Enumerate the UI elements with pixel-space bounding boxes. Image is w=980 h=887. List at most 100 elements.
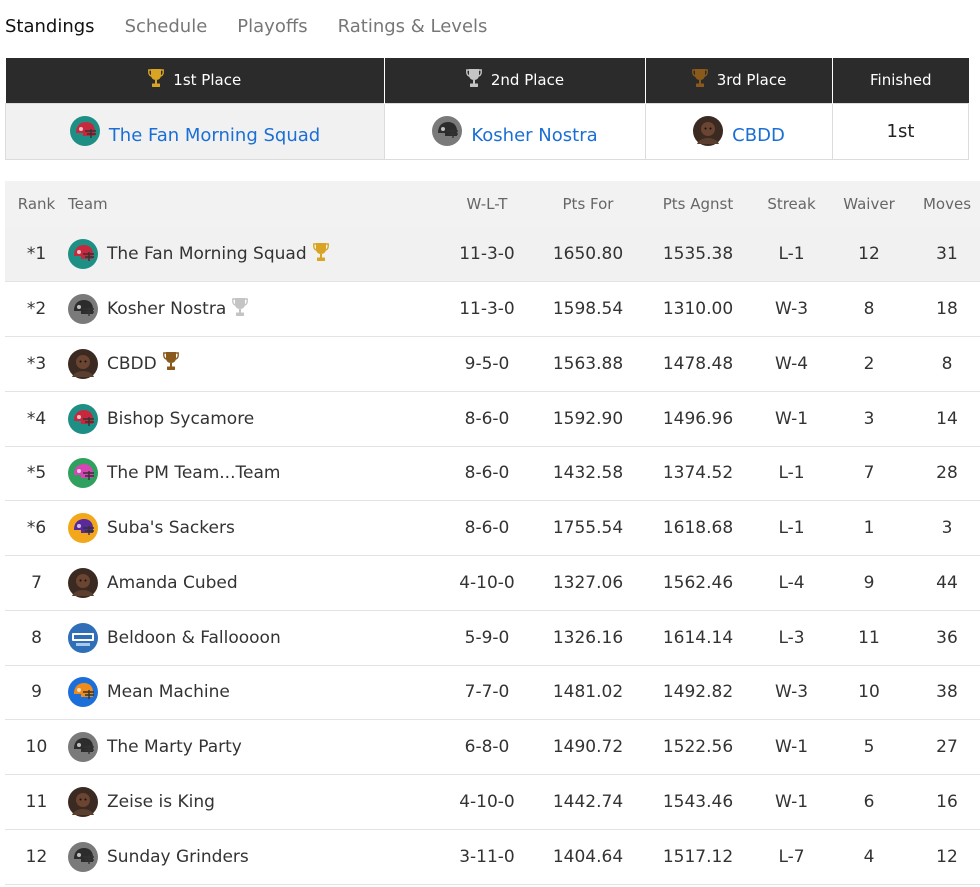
pts-agnst-cell: 1522.56 — [639, 719, 757, 775]
table-row: *2 Kosher Nostra 11-3-0 1598.54 1310.00 W-3… — [5, 281, 980, 337]
table-row: 7 Amanda Cubed 4-10-0 1327.06 1562.46 L-4 9 44 — [5, 555, 980, 611]
team-cell-content: Suba's Sackers — [68, 513, 437, 544]
table-row: *6 Suba's Sackers 8-6-0 1755.54 1618.68 L-1 1… — [5, 500, 980, 556]
gray-helmet-icon — [68, 294, 98, 325]
team-name-link[interactable]: The PM Team...Team — [107, 463, 280, 483]
team-name-link[interactable]: Sunday Grinders — [107, 847, 249, 867]
rank-cell: 10 — [5, 719, 68, 775]
tab-standings[interactable]: Standings — [5, 16, 95, 42]
team-name-link[interactable]: CBDD — [107, 354, 157, 374]
team-cell-content: Kosher Nostra — [68, 294, 437, 325]
tab-ratings-levels[interactable]: Ratings & Levels — [338, 16, 488, 42]
moves-cell: 31 — [912, 227, 980, 283]
team-cell: The Fan Morning Squad — [68, 227, 437, 283]
streak-cell: W-3 — [757, 281, 826, 337]
team-cell: The Marty Party — [68, 719, 437, 775]
rank-column-header[interactable]: Rank — [5, 181, 68, 227]
tab-playoffs[interactable]: Playoffs — [237, 16, 307, 42]
team-name-link[interactable]: Beldoon & Falloooon — [107, 628, 281, 648]
moves-cell: 38 — [912, 665, 980, 721]
third-place-cell: CBDD — [645, 102, 833, 160]
tab-schedule[interactable]: Schedule — [125, 16, 208, 42]
streak-cell: W-4 — [757, 336, 826, 392]
streak-column-header[interactable]: Streak — [757, 181, 826, 227]
gray-helmet-icon — [68, 841, 98, 872]
second-place-team-link[interactable]: Kosher Nostra — [471, 125, 597, 146]
rank-cell: *2 — [5, 281, 68, 337]
pts-agnst-cell: 1310.00 — [639, 281, 757, 337]
moves-cell: 36 — [912, 610, 980, 666]
team-name-link[interactable]: Mean Machine — [107, 682, 230, 702]
pts-for-cell: 1432.58 — [537, 446, 639, 502]
waiver-cell: 11 — [826, 610, 912, 666]
rank-cell: 7 — [5, 555, 68, 611]
team-cell: Amanda Cubed — [68, 555, 437, 611]
moves-cell: 8 — [912, 336, 980, 392]
team-cell-content: The Fan Morning Squad — [68, 239, 437, 270]
wlt-cell: 8-6-0 — [437, 446, 537, 502]
pts-agnst-cell: 1492.82 — [639, 665, 757, 721]
third-place-header: 3rd Place — [645, 58, 833, 103]
team-cell: Beldoon & Falloooon — [68, 610, 437, 666]
pts-agnst-column-header[interactable]: Pts Agnst — [639, 181, 757, 227]
pts-for-cell: 1490.72 — [537, 719, 639, 775]
pts-agnst-cell: 1496.96 — [639, 391, 757, 447]
pts-for-cell: 1755.54 — [537, 500, 639, 556]
pts-agnst-cell: 1478.48 — [639, 336, 757, 392]
table-row: 9 Mean Machine 7-7-0 1481.02 1492.82 W-3 10 38 — [5, 665, 980, 721]
tab-bar: Standings Schedule Playoffs Ratings & Le… — [5, 16, 487, 42]
wlt-cell: 8-6-0 — [437, 391, 537, 447]
waiver-cell: 1 — [826, 500, 912, 556]
pts-for-column-header[interactable]: Pts For — [537, 181, 639, 227]
table-row: 8 Beldoon & Falloooon 5-9-0 1326.16 1614.14… — [5, 610, 980, 666]
red-helmet-icon — [68, 239, 98, 270]
podium-table: 1st Place 2nd Place 3rd Place Finished T… — [5, 58, 969, 160]
table-row: *1 The Fan Morning Squad 11-3-0 1650.80 15… — [5, 227, 980, 283]
first-place-cell: The Fan Morning Squad — [5, 102, 385, 160]
rank-cell: 11 — [5, 774, 68, 830]
blue-helmet-icon — [68, 677, 98, 708]
purple-helmet-icon — [68, 513, 98, 544]
rank-cell: *1 — [5, 227, 68, 283]
gold-trophy-icon — [148, 68, 165, 92]
wlt-column-header[interactable]: W-L-T — [437, 181, 537, 227]
waiver-cell: 8 — [826, 281, 912, 337]
waiver-cell: 3 — [826, 391, 912, 447]
rank-cell: *5 — [5, 446, 68, 502]
streak-cell: L-1 — [757, 500, 826, 556]
team-cell-content: CBDD — [68, 348, 437, 379]
team-name-link[interactable]: Amanda Cubed — [107, 573, 238, 593]
third-place-team-link[interactable]: CBDD — [732, 125, 785, 146]
team-name-link[interactable]: The Marty Party — [107, 737, 242, 757]
second-place-cell: Kosher Nostra — [384, 102, 646, 160]
moves-column-header[interactable]: Moves — [912, 181, 980, 227]
wlt-cell: 11-3-0 — [437, 281, 537, 337]
kdka-logo-icon — [68, 622, 98, 653]
finished-value: 1st — [832, 102, 969, 160]
team-cell: The PM Team...Team — [68, 446, 437, 502]
photo-avatar-icon — [68, 567, 98, 598]
team-column-header[interactable]: Team — [68, 181, 437, 227]
waiver-cell: 4 — [826, 829, 912, 885]
photo-avatar-icon — [693, 116, 724, 146]
pink-helmet-icon — [68, 458, 98, 489]
moves-cell: 12 — [912, 829, 980, 885]
team-name-link[interactable]: Suba's Sackers — [107, 518, 235, 538]
table-row: *4 Bishop Sycamore 8-6-0 1592.90 1496.96 W-1… — [5, 391, 980, 447]
team-cell-content: Zeise is King — [68, 786, 437, 817]
waiver-column-header[interactable]: Waiver — [826, 181, 912, 227]
team-cell-content: The Marty Party — [68, 732, 437, 763]
moves-cell: 18 — [912, 281, 980, 337]
silver-trophy-icon — [232, 297, 249, 322]
team-name-link[interactable]: The Fan Morning Squad — [107, 244, 307, 264]
finished-header: Finished — [832, 58, 969, 103]
team-name-link[interactable]: Kosher Nostra — [107, 299, 226, 319]
team-name-link[interactable]: Zeise is King — [107, 792, 215, 812]
team-name-link[interactable]: Bishop Sycamore — [107, 409, 254, 429]
table-row: *3 CBDD 9-5-0 1563.88 1478.48 W-4 2 8 — [5, 336, 980, 392]
rank-cell: 9 — [5, 665, 68, 721]
first-place-team-link[interactable]: The Fan Morning Squad — [109, 125, 320, 146]
pts-for-cell: 1598.54 — [537, 281, 639, 337]
pts-for-cell: 1650.80 — [537, 227, 639, 283]
team-cell: Zeise is King — [68, 774, 437, 830]
